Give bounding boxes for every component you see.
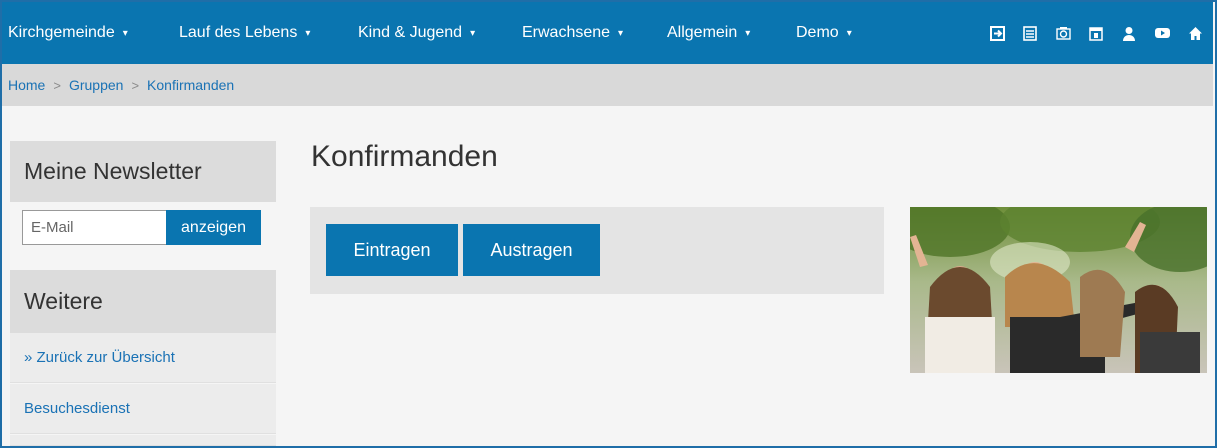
nav-item-label: Demo xyxy=(796,24,839,41)
show-newsletter-button[interactable]: anzeigen xyxy=(166,210,261,245)
nav-item-demo[interactable]: Demo ▾ xyxy=(796,2,852,64)
newsletter-heading: Meine Newsletter xyxy=(10,141,276,202)
breadcrumb: Home > Gruppen > Konfirmanden xyxy=(2,64,1213,106)
breadcrumb-separator: > xyxy=(131,77,140,93)
login-icon[interactable] xyxy=(989,25,1005,41)
breadcrumb-gruppen[interactable]: Gruppen xyxy=(69,77,123,93)
nav-item-label: Lauf des Lebens xyxy=(179,24,298,41)
chevron-down-icon: ▾ xyxy=(846,27,852,39)
chevron-down-icon: ▾ xyxy=(470,27,476,39)
email-field[interactable] xyxy=(22,210,167,245)
camera-icon[interactable] xyxy=(1055,25,1071,41)
chevron-down-icon: ▾ xyxy=(122,27,128,39)
nav-item-erwachsene[interactable]: Erwachsene ▾ xyxy=(522,2,623,64)
more-heading: Weitere xyxy=(10,270,276,333)
sidebar-link-back-to-overview[interactable]: » Zurück zur Übersicht xyxy=(10,333,276,383)
nav-item-kind-jugend[interactable]: Kind & Jugend ▾ xyxy=(358,2,475,64)
page-title: Konfirmanden xyxy=(311,140,498,173)
nav-item-allgemein[interactable]: Allgemein ▾ xyxy=(667,2,750,64)
nav-item-label: Allgemein xyxy=(667,24,738,41)
breadcrumb-separator: > xyxy=(53,77,61,93)
chevron-down-icon: ▾ xyxy=(305,27,311,39)
youtube-icon[interactable] xyxy=(1154,25,1170,41)
home-icon[interactable] xyxy=(1187,25,1203,41)
calendar-list-icon[interactable] xyxy=(1022,25,1038,41)
sidebar-link-besuchesdienst[interactable]: Besuchesdienst xyxy=(10,384,276,434)
nav-item-label: Kirchgemeinde xyxy=(8,24,115,41)
subscribe-button[interactable]: Eintragen xyxy=(326,224,458,276)
nav-item-label: Erwachsene xyxy=(522,24,611,41)
top-navigation: Kirchgemeinde ▾ Lauf des Lebens ▾ Kind &… xyxy=(2,2,1213,64)
unsubscribe-button[interactable]: Austragen xyxy=(463,224,600,276)
nav-item-label: Kind & Jugend xyxy=(358,24,463,41)
user-icon[interactable] xyxy=(1121,25,1137,41)
nav-item-kirchgemeinde[interactable]: Kirchgemeinde ▾ xyxy=(8,2,128,64)
calendar-icon[interactable] xyxy=(1088,25,1104,41)
chevron-down-icon: ▾ xyxy=(618,27,624,39)
breadcrumb-konfirmanden[interactable]: Konfirmanden xyxy=(147,77,234,93)
breadcrumb-home[interactable]: Home xyxy=(8,77,45,93)
chevron-down-icon: ▾ xyxy=(745,27,751,39)
nav-item-lauf-des-lebens[interactable]: Lauf des Lebens ▾ xyxy=(179,2,310,64)
group-photo xyxy=(910,207,1207,373)
nav-icon-bar xyxy=(972,2,1203,64)
sidebar-link-next[interactable] xyxy=(10,435,276,446)
